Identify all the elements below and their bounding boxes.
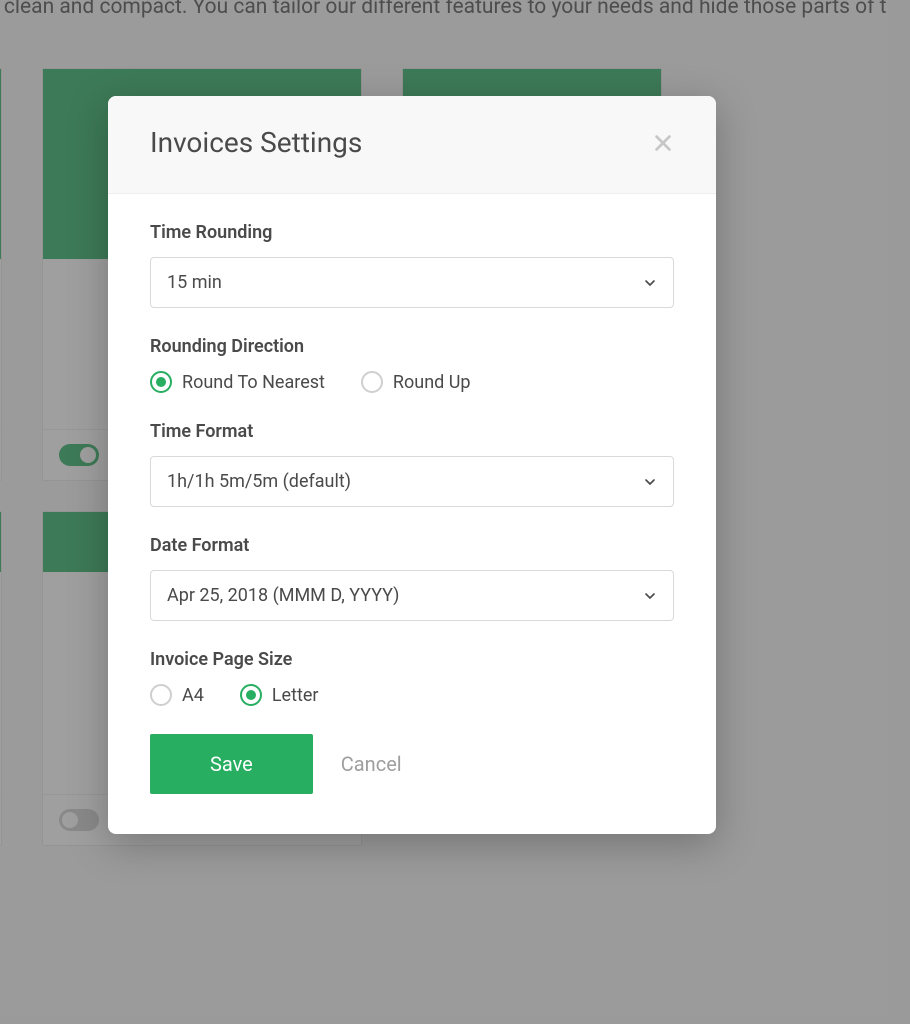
radio-indicator <box>150 684 172 706</box>
invoices-settings-modal: Invoices Settings Time Rounding 15 min R… <box>108 96 716 834</box>
field-label: Time Format <box>150 421 674 442</box>
cancel-button[interactable]: Cancel <box>341 752 402 776</box>
field-label: Invoice Page Size <box>150 649 674 670</box>
radio-round-up[interactable]: Round Up <box>361 371 471 393</box>
radio-label: Round Up <box>393 372 471 393</box>
page-size-field: Invoice Page Size A4 Letter <box>150 649 674 706</box>
time-rounding-select[interactable]: 15 min <box>150 257 674 308</box>
radio-letter[interactable]: Letter <box>240 684 319 706</box>
radio-round-to-nearest[interactable]: Round To Nearest <box>150 371 325 393</box>
radio-label: Round To Nearest <box>182 372 325 393</box>
modal-body: Time Rounding 15 min Rounding Direction … <box>108 194 716 834</box>
modal-header: Invoices Settings <box>108 96 716 194</box>
date-format-select[interactable]: Apr 25, 2018 (MMM D, YYYY) <box>150 570 674 621</box>
date-format-field: Date Format Apr 25, 2018 (MMM D, YYYY) <box>150 535 674 621</box>
modal-actions: Save Cancel <box>150 734 674 794</box>
time-format-select[interactable]: 1h/1h 5m/5m (default) <box>150 456 674 507</box>
time-rounding-field: Time Rounding 15 min <box>150 222 674 308</box>
radio-indicator <box>150 371 172 393</box>
modal-title: Invoices Settings <box>150 126 362 159</box>
time-format-field: Time Format 1h/1h 5m/5m (default) <box>150 421 674 507</box>
radio-indicator <box>240 684 262 706</box>
field-label: Time Rounding <box>150 222 674 243</box>
close-icon[interactable] <box>652 132 674 154</box>
radio-label: Letter <box>272 685 319 706</box>
rounding-direction-field: Rounding Direction Round To Nearest Roun… <box>150 336 674 393</box>
rounding-direction-radios: Round To Nearest Round Up <box>150 371 674 393</box>
page-size-radios: A4 Letter <box>150 684 674 706</box>
select-value[interactable]: Apr 25, 2018 (MMM D, YYYY) <box>150 570 674 621</box>
radio-label: A4 <box>182 685 204 706</box>
select-value[interactable]: 1h/1h 5m/5m (default) <box>150 456 674 507</box>
field-label: Rounding Direction <box>150 336 674 357</box>
radio-indicator <box>361 371 383 393</box>
select-value[interactable]: 15 min <box>150 257 674 308</box>
save-button[interactable]: Save <box>150 734 313 794</box>
radio-a4[interactable]: A4 <box>150 684 204 706</box>
field-label: Date Format <box>150 535 674 556</box>
